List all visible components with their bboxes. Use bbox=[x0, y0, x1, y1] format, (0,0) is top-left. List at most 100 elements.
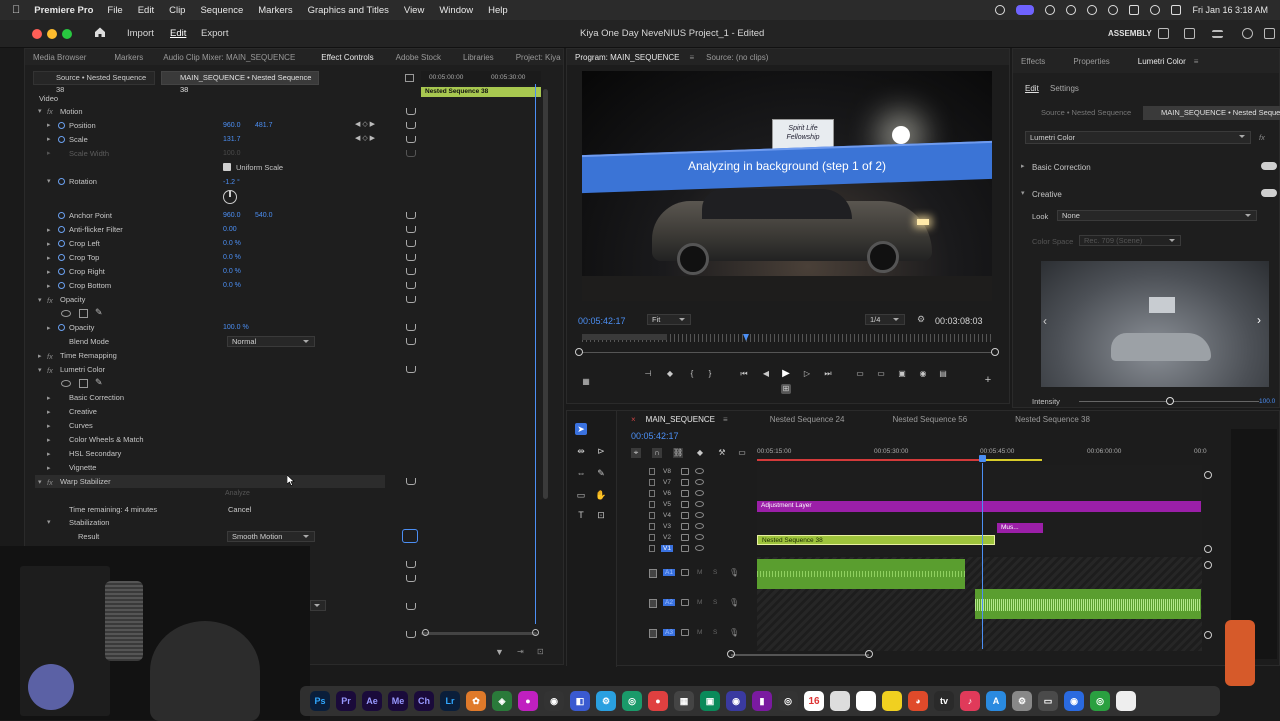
scroll-handle[interactable] bbox=[727, 650, 735, 658]
subtab-edit[interactable]: Edit bbox=[1025, 84, 1039, 93]
dock-app-icon[interactable] bbox=[856, 691, 876, 711]
toggle-sync-icon[interactable] bbox=[681, 479, 689, 486]
crop-right-value[interactable]: 0.0 % bbox=[223, 268, 241, 275]
lift-icon[interactable]: ▭ bbox=[855, 369, 865, 379]
reset-icon[interactable] bbox=[406, 268, 416, 275]
eye-icon[interactable] bbox=[695, 490, 704, 496]
scale-tool-icon[interactable]: ⊡ bbox=[595, 509, 607, 521]
chevron-right-icon[interactable]: ▸ bbox=[47, 268, 51, 276]
toggle-sync-icon[interactable] bbox=[681, 523, 689, 530]
lock-icon[interactable] bbox=[649, 534, 655, 541]
clip-nested-sequence-38[interactable]: Nested Sequence 38 bbox=[757, 535, 995, 545]
menu-window[interactable]: Window bbox=[439, 5, 473, 16]
stopwatch-icon[interactable] bbox=[58, 324, 65, 331]
add-marker-icon[interactable]: ◆ bbox=[695, 448, 705, 458]
eye-icon[interactable] bbox=[695, 523, 704, 529]
dock-app-icon[interactable]: ▦ bbox=[674, 691, 694, 711]
clock[interactable]: Fri Jan 16 3:18 AM bbox=[1192, 5, 1268, 15]
track-label-v1[interactable]: V1 bbox=[661, 545, 673, 552]
chevron-left-icon[interactable]: ‹ bbox=[1043, 314, 1047, 328]
menu-icon[interactable]: ≡ bbox=[1194, 57, 1207, 66]
basic-correction-section[interactable]: Basic Correction bbox=[1032, 160, 1091, 174]
wrench-icon[interactable]: ⚙ bbox=[917, 314, 925, 325]
timeline-ruler[interactable]: 00:05:15:00 00:05:30:00 00:05:45:00 00:0… bbox=[757, 447, 1207, 463]
proxy-icon[interactable]: ▤ bbox=[938, 369, 948, 379]
lumetri-vignette[interactable]: Vignette bbox=[69, 460, 96, 474]
fit-select[interactable]: Fit bbox=[647, 314, 691, 325]
chevron-right-icon[interactable]: ▸ bbox=[47, 135, 51, 143]
mark-out-icon[interactable]: { bbox=[687, 369, 697, 379]
control-center-icon[interactable] bbox=[1171, 5, 1182, 15]
keyframe-nav-icon[interactable]: ◀ ◇ ▶ bbox=[355, 134, 375, 142]
program-timecode[interactable]: 00:05:42:17 bbox=[578, 316, 626, 326]
lumetri-creative[interactable]: Creative bbox=[69, 404, 97, 418]
scroll-handle[interactable] bbox=[865, 650, 873, 658]
lock-icon[interactable] bbox=[649, 569, 657, 578]
dock-app-icon[interactable]: ◎ bbox=[622, 691, 642, 711]
lock-icon[interactable] bbox=[649, 629, 657, 638]
dock-app-icon[interactable]: tv bbox=[934, 691, 954, 711]
razor-icon[interactable]: ⇔ bbox=[575, 467, 587, 479]
creative-toggle[interactable] bbox=[1261, 189, 1277, 197]
dock-app-icon[interactable]: ● bbox=[648, 691, 668, 711]
add-marker-icon[interactable]: ◆ bbox=[665, 369, 675, 379]
captions-icon[interactable]: ▭ bbox=[737, 448, 747, 458]
dock-app-calendar[interactable]: 16 bbox=[804, 691, 824, 711]
home-icon[interactable] bbox=[94, 26, 106, 38]
ripple-edit-icon[interactable]: ⇹ bbox=[575, 445, 587, 457]
opacity-value[interactable]: 100.0 % bbox=[223, 324, 249, 331]
chevron-down-icon[interactable]: ▾ bbox=[38, 107, 42, 115]
battery-icon[interactable] bbox=[1129, 5, 1140, 15]
rectangle-mask-icon[interactable] bbox=[79, 309, 88, 318]
hand-icon[interactable]: ✋ bbox=[595, 489, 607, 501]
reset-icon[interactable] bbox=[406, 324, 416, 331]
lock-icon[interactable] bbox=[649, 501, 655, 508]
settings-icon[interactable]: ▦ bbox=[581, 377, 591, 387]
minimize-icon[interactable] bbox=[47, 29, 57, 39]
analyze-button[interactable]: Analyze bbox=[225, 490, 250, 497]
eye-icon[interactable] bbox=[695, 468, 704, 474]
chevron-right-icon[interactable]: ▸ bbox=[47, 422, 51, 430]
fx-badge[interactable]: fx bbox=[1259, 133, 1265, 142]
pen-mask-icon[interactable]: ✎ bbox=[95, 377, 103, 388]
zoom-handle-left[interactable] bbox=[422, 629, 429, 636]
fx-badge[interactable]: fx bbox=[47, 352, 53, 361]
mute-button[interactable]: M bbox=[697, 599, 702, 606]
lock-icon[interactable] bbox=[649, 490, 655, 497]
creative-section[interactable]: Creative bbox=[1032, 187, 1062, 201]
solo-button[interactable]: S bbox=[713, 599, 717, 606]
zoom-handle-right[interactable] bbox=[532, 629, 539, 636]
dock-app-icon[interactable]: ▭ bbox=[1038, 691, 1058, 711]
chevron-right-icon[interactable]: ▸ bbox=[1021, 162, 1025, 170]
menu-markers[interactable]: Markers bbox=[258, 5, 292, 16]
scroll-handle[interactable] bbox=[1204, 631, 1212, 639]
zoom-handle-left[interactable] bbox=[575, 348, 583, 356]
selection-tool-icon[interactable]: ➤ bbox=[575, 423, 587, 435]
lock-icon[interactable] bbox=[649, 523, 655, 530]
chevron-down-icon[interactable]: ▾ bbox=[38, 366, 42, 374]
track-label-a2[interactable]: A2 bbox=[663, 599, 675, 606]
subtab-settings[interactable]: Settings bbox=[1050, 84, 1079, 93]
mini-playhead[interactable] bbox=[535, 84, 536, 624]
horizontal-scrollbar[interactable] bbox=[731, 654, 869, 656]
lumetri-effect-select[interactable]: Lumetri Color bbox=[1025, 131, 1251, 144]
solo-button[interactable]: S bbox=[713, 629, 717, 636]
reset-icon[interactable] bbox=[406, 136, 416, 143]
audio-clip-a2[interactable] bbox=[975, 589, 1201, 619]
dock-app-icon[interactable]: ▣ bbox=[700, 691, 720, 711]
mini-timeline-zoom-bar[interactable] bbox=[421, 632, 537, 635]
program-video-frame[interactable]: Spirit Life Fellowship Analyzing in back… bbox=[582, 71, 992, 301]
go-to-in-icon[interactable]: ⏮ bbox=[739, 369, 749, 379]
menu-file[interactable]: File bbox=[107, 5, 122, 16]
warp-result-select[interactable]: Smooth Motion bbox=[227, 531, 315, 542]
reset-icon[interactable] bbox=[406, 212, 416, 219]
solo-button[interactable]: S bbox=[713, 569, 717, 576]
source-clip-label[interactable]: Source • Nested Sequence 38 bbox=[33, 71, 155, 94]
nest-icon[interactable]: ⌖ bbox=[631, 448, 641, 458]
eye-icon[interactable] bbox=[695, 512, 704, 518]
chevron-down-icon[interactable]: ▾ bbox=[47, 177, 51, 185]
mini-timeline-ruler[interactable]: 00:05:00:00 00:05:30:00 bbox=[421, 71, 541, 85]
reset-icon[interactable] bbox=[406, 240, 416, 247]
dropdown-select[interactable] bbox=[310, 600, 326, 611]
audio-clip-a1[interactable] bbox=[757, 559, 965, 589]
